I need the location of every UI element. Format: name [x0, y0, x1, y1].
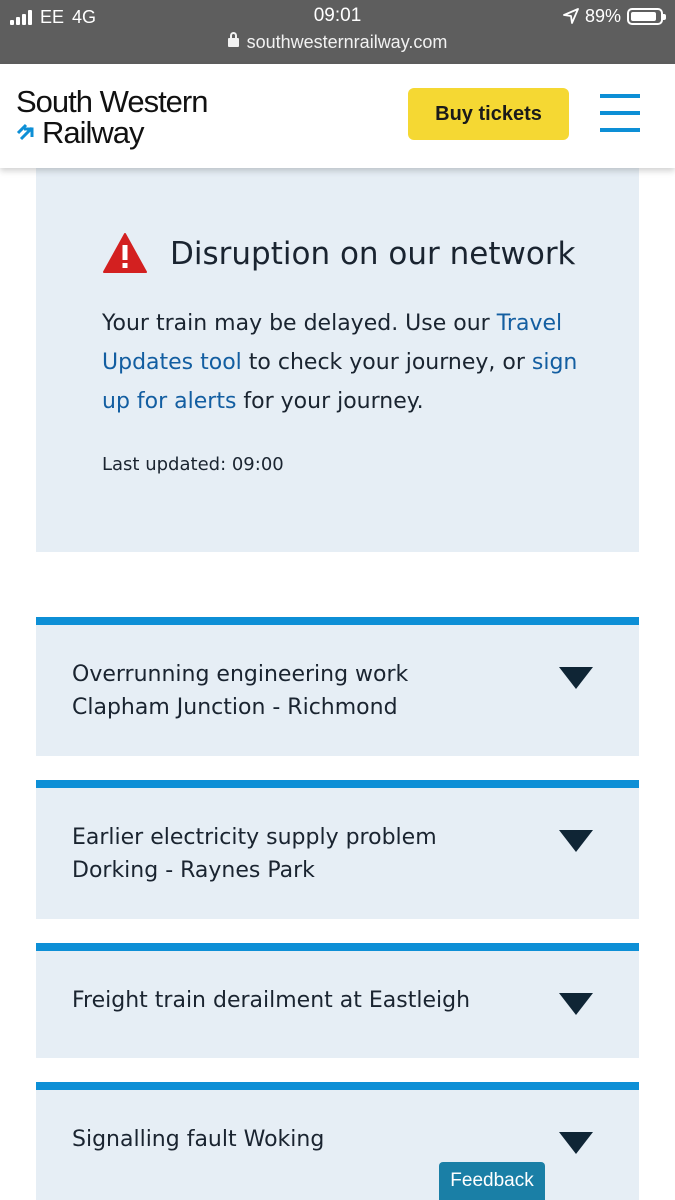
warning-triangle-icon: [103, 233, 147, 273]
address-bar[interactable]: southwesternrailway.com: [0, 32, 675, 53]
lock-icon: [227, 32, 239, 47]
logo-line1: South Western: [16, 84, 208, 119]
incident-line2: Clapham Junction - Richmond: [72, 695, 398, 720]
buy-tickets-button[interactable]: Buy tickets: [408, 88, 569, 140]
status-bar: EE 4G 09:01 89% southwesternrailway.com: [0, 0, 675, 64]
chevron-down-icon[interactable]: [559, 830, 593, 852]
chevron-down-icon[interactable]: [559, 993, 593, 1015]
url-text: southwesternrailway.com: [246, 32, 448, 52]
incident-line2: Dorking - Raynes Park: [72, 858, 315, 883]
battery-icon: [627, 7, 666, 25]
location-arrow-icon: [563, 8, 579, 24]
logo-arrow-icon: [16, 123, 34, 140]
logo[interactable]: South Western Railway: [16, 84, 208, 150]
incident-title: Freight train derailment at Eastleigh: [72, 988, 471, 1013]
battery-percent: 89%: [584, 5, 621, 26]
disruption-panel: Disruption on our network Your train may…: [36, 168, 639, 552]
incident-accordion[interactable]: Earlier electricity supply problem Dorki…: [36, 780, 639, 919]
incident-accordion[interactable]: Freight train derailment at Eastleigh: [36, 943, 639, 1058]
status-bar-right: 89%: [563, 5, 666, 27]
incident-title: Earlier electricity supply problem Dorki…: [72, 821, 437, 887]
hamburger-menu-icon[interactable]: [600, 94, 640, 134]
incident-title: Signalling fault Woking: [72, 1127, 325, 1152]
chevron-down-icon[interactable]: [559, 1132, 593, 1154]
site-header: South Western Railway Buy tickets: [0, 64, 675, 168]
incident-title: Overrunning engineering work Clapham Jun…: [72, 658, 408, 724]
chevron-down-icon[interactable]: [559, 667, 593, 689]
message-text: for your journey.: [236, 389, 424, 414]
incident-accordion[interactable]: Overrunning engineering work Clapham Jun…: [36, 617, 639, 756]
last-updated: Last updated: 09:00: [102, 454, 284, 475]
incident-accordion[interactable]: Signalling fault Woking: [36, 1082, 639, 1200]
message-text: to check your journey, or: [241, 350, 532, 375]
feedback-button[interactable]: Feedback: [439, 1162, 545, 1200]
disruption-title: Disruption on our network: [170, 236, 576, 272]
disruption-message: Your train may be delayed. Use our Trave…: [102, 304, 602, 421]
incident-line1: Overrunning engineering work: [72, 662, 409, 687]
message-text: Your train may be delayed. Use our: [102, 311, 497, 336]
incident-line1: Earlier electricity supply problem: [72, 825, 437, 850]
logo-line2: Railway: [42, 115, 145, 150]
